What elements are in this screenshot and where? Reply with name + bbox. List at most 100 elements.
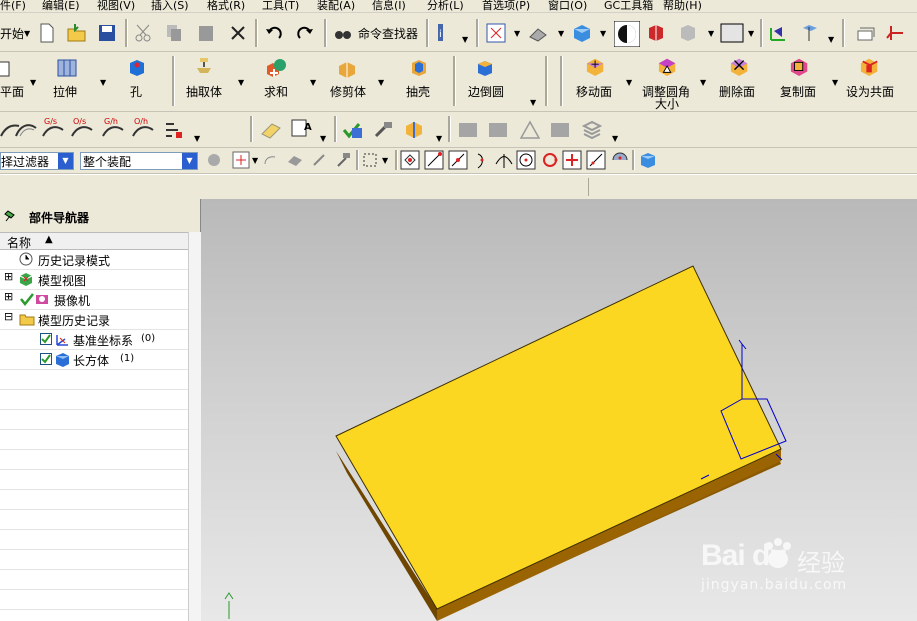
chevron-down-icon[interactable]: ▼ — [748, 29, 754, 38]
midpoint-icon[interactable] — [448, 150, 468, 170]
menu-assembly[interactable]: 装配(A) — [317, 0, 355, 12]
menu-info[interactable]: 信息(I) — [372, 0, 406, 12]
g1-continuity-icon[interactable]: O/s — [70, 116, 94, 140]
column-header-name[interactable]: 名称 ▲ — [0, 232, 188, 250]
chevron-down-icon[interactable]: ▼ — [382, 156, 388, 165]
tree-item-datum-csys[interactable]: 基准坐标系 (0) — [0, 330, 188, 350]
chevron-down-icon[interactable]: ▼ — [310, 78, 316, 87]
extrude-icon[interactable] — [56, 58, 80, 78]
menu-edit[interactable]: 编辑(E) — [42, 0, 80, 12]
chevron-down-icon[interactable]: ▼ — [58, 153, 73, 169]
chevron-down-icon[interactable]: ▼ — [194, 134, 200, 143]
fit-view-icon[interactable] — [486, 23, 506, 43]
extract-body-button-label[interactable]: 抽取体 — [186, 83, 222, 100]
existing-point-icon[interactable] — [562, 150, 582, 170]
binoculars-icon[interactable] — [333, 23, 353, 43]
chevron-down-icon[interactable]: ▼ — [238, 78, 244, 87]
trim-body-button-label[interactable]: 修剪体 — [330, 83, 366, 100]
snap-enable-icon[interactable] — [400, 150, 420, 170]
hammer-icon[interactable] — [334, 152, 352, 168]
rect-select-icon[interactable] — [362, 152, 378, 168]
menu-format[interactable]: 格式(R) — [207, 0, 245, 12]
trim-body-icon[interactable] — [337, 58, 361, 78]
hole-button-label[interactable]: 孔 — [130, 83, 142, 100]
intersection-icon[interactable] — [494, 150, 514, 170]
menu-insert[interactable]: 插入(S) — [151, 0, 189, 12]
chevron-down-icon[interactable]: ▼ — [558, 29, 564, 38]
tree-item-model-views[interactable]: ⊞ 模型视图 — [0, 270, 188, 290]
chevron-down-icon[interactable]: ▼ — [436, 134, 442, 143]
point-on-curve-icon[interactable] — [586, 150, 606, 170]
expand-plus-icon[interactable]: ⊞ — [4, 270, 13, 283]
chevron-down-icon[interactable]: ▼ — [626, 78, 632, 87]
tree-item-camera[interactable]: ⊞ 摄像机 — [0, 290, 188, 310]
sort-ascending-icon[interactable]: ▲ — [45, 234, 53, 245]
extract-body-icon[interactable] — [194, 56, 214, 76]
menu-tools[interactable]: 工具(T) — [262, 0, 299, 12]
control-point-icon[interactable] — [472, 150, 492, 170]
render-style-icon[interactable] — [528, 23, 548, 43]
edge-blend-icon[interactable] — [475, 58, 495, 78]
make-coplanar-button-label[interactable]: 设为共面 — [846, 83, 894, 100]
chevron-down-icon[interactable]: ▼ — [708, 29, 714, 38]
orient-view-icon[interactable] — [614, 21, 640, 47]
point-on-face-icon[interactable] — [610, 150, 630, 170]
menu-view[interactable]: 视图(V) — [97, 0, 135, 12]
chevron-down-icon[interactable]: ▼ — [700, 78, 706, 87]
menu-analysis[interactable]: 分析(L) — [427, 0, 464, 12]
blue-cube-icon[interactable] — [638, 150, 658, 170]
extrude-button-label[interactable]: 拉伸 — [53, 83, 77, 100]
collapse-minus-icon[interactable]: ⊟ — [4, 310, 13, 323]
resize-blend-button-label-line2[interactable]: 大小 — [655, 95, 679, 111]
datum-plane-icon[interactable] — [0, 58, 16, 78]
datum-icon[interactable] — [800, 23, 820, 43]
shaded-cube-icon[interactable] — [572, 23, 592, 43]
menu-preferences[interactable]: 首选项(P) — [482, 0, 530, 12]
save-icon[interactable] — [97, 23, 117, 43]
chevron-down-icon[interactable]: ▼ — [462, 35, 468, 44]
arc-center-icon[interactable] — [516, 150, 536, 170]
tree-item-history-mode[interactable]: 历史记录模式 — [0, 250, 188, 270]
shell-icon[interactable] — [409, 58, 429, 78]
surface-analysis-icon[interactable] — [14, 120, 38, 140]
filter-settings-icon[interactable] — [205, 151, 223, 169]
endpoint-icon[interactable] — [424, 150, 444, 170]
navigator-scrollbar[interactable] — [188, 232, 201, 621]
unite-icon[interactable] — [265, 58, 289, 78]
menu-file[interactable]: 件(F) — [0, 0, 26, 12]
edge-blend-button-label[interactable]: 边倒圆 — [468, 83, 504, 100]
resize-blend-icon[interactable] — [656, 56, 680, 76]
move-face-button-label[interactable]: 移动面 — [576, 83, 612, 100]
new-file-icon[interactable] — [37, 23, 57, 43]
snap-point-icon[interactable] — [232, 151, 250, 169]
g0-continuity-icon[interactable]: G/s — [41, 116, 65, 140]
delete-face-button-label[interactable]: 删除面 — [719, 83, 755, 100]
pmi-text-icon[interactable]: A — [290, 118, 314, 138]
chevron-down-icon[interactable]: ▼ — [832, 78, 838, 87]
quadrant-point-icon[interactable] — [540, 150, 560, 170]
chevron-down-icon[interactable]: ▼ — [320, 134, 326, 143]
plane-button-label[interactable]: 平面 — [0, 83, 24, 100]
eraser-icon[interactable] — [286, 152, 304, 168]
move-face-icon[interactable] — [584, 56, 608, 76]
shell-button-label[interactable]: 抽壳 — [406, 83, 430, 100]
delete-icon[interactable] — [228, 23, 248, 43]
make-coplanar-icon[interactable] — [858, 56, 882, 76]
redo-icon[interactable] — [295, 23, 315, 43]
deviation-icon[interactable] — [164, 120, 184, 140]
tree-item-model-history[interactable]: ⊟ 模型历史记录 — [0, 310, 188, 330]
menu-help[interactable]: 帮助(H) — [663, 0, 702, 12]
menu-gc-toolbox[interactable]: GC工具箱 — [604, 0, 653, 12]
chevron-down-icon[interactable]: ▼ — [252, 156, 258, 165]
chevron-down-icon[interactable]: ▼ — [600, 29, 606, 38]
expand-plus-icon[interactable]: ⊞ — [4, 290, 13, 303]
checkbox-checked-icon[interactable] — [40, 353, 52, 365]
repair-icon[interactable] — [311, 152, 329, 168]
chevron-down-icon[interactable]: ▼ — [828, 35, 834, 44]
menu-window[interactable]: 窗口(O) — [548, 0, 587, 12]
selection-scope-dropdown[interactable]: 整个装配 ▼ — [80, 152, 198, 170]
csys-icon[interactable] — [886, 23, 906, 43]
copy-face-icon[interactable] — [788, 56, 812, 76]
chevron-down-icon[interactable]: ▼ — [530, 98, 536, 107]
arrow-icon[interactable] — [262, 152, 278, 168]
